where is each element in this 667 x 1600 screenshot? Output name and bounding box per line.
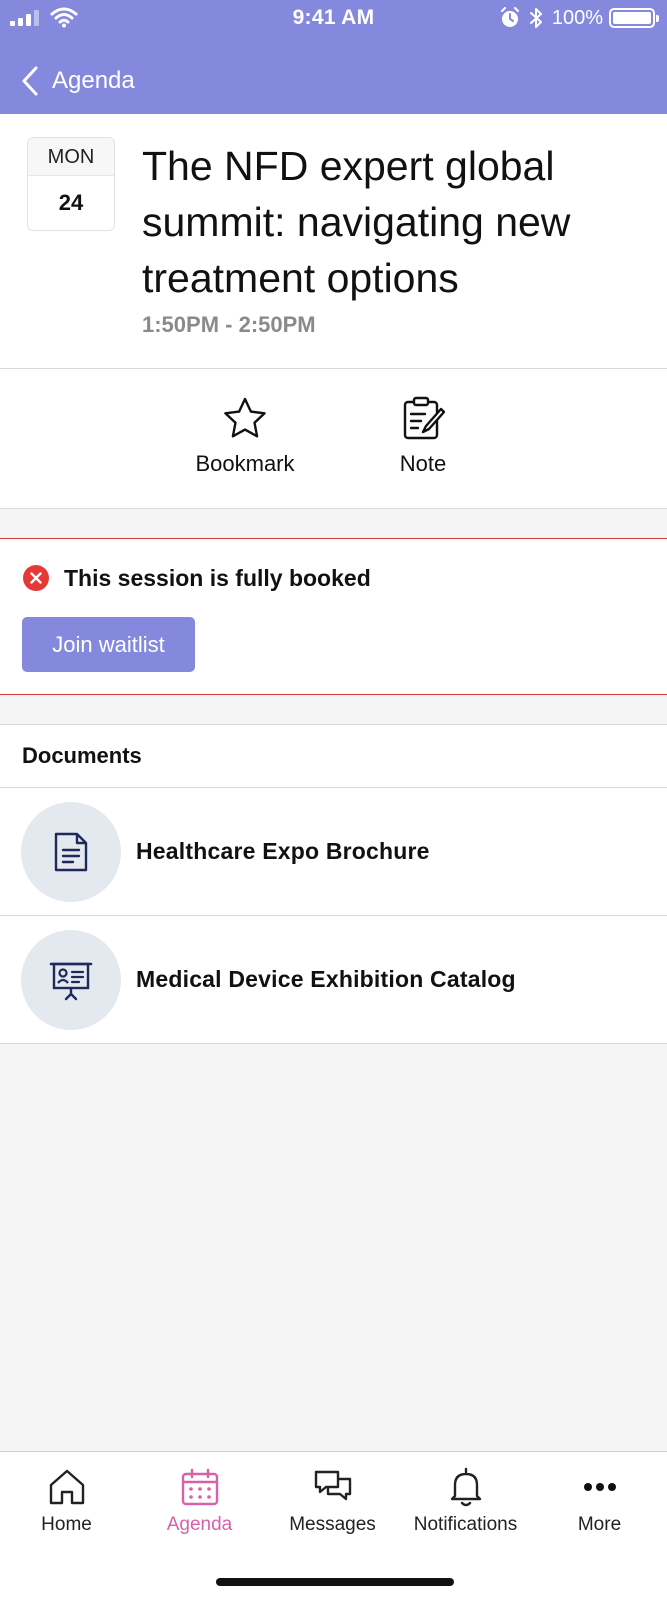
documents-section: Documents Healthcare Expo Brochure Medic… (0, 724, 667, 1044)
calendar-icon (181, 1468, 218, 1506)
nav-bar: Agenda (0, 56, 667, 106)
session-time: 1:50PM - 2:50PM (142, 312, 316, 337)
session-title: The NFD expert global summit: navigating… (142, 143, 571, 301)
note-icon (403, 396, 446, 440)
fully-booked-banner: This session is fully booked Join waitli… (0, 538, 667, 695)
back-label: Agenda (52, 67, 135, 94)
alarm-icon (500, 7, 519, 27)
messages-icon (314, 1470, 351, 1501)
error-icon (23, 565, 49, 591)
home-icon (49, 1469, 84, 1505)
tab-notifications[interactable]: Notifications (399, 1466, 532, 1536)
status-right: 100% (500, 6, 659, 30)
battery-percent: 100% (551, 6, 603, 29)
back-button[interactable]: Agenda (0, 56, 135, 106)
document-icon (54, 832, 88, 871)
bluetooth-icon (529, 8, 542, 28)
bookmark-button[interactable]: Bookmark (175, 395, 315, 477)
booked-message: This session is fully booked (64, 564, 371, 591)
status-bar: 9:41 AM 100% (0, 0, 667, 36)
tab-label: Agenda (166, 1514, 233, 1535)
date-day: 24 (58, 190, 84, 215)
date-weekday: MON (28, 138, 114, 176)
join-waitlist-button[interactable]: Join waitlist (22, 617, 195, 672)
bookmark-label: Bookmark (195, 451, 295, 476)
tab-agenda[interactable]: Agenda (133, 1466, 266, 1536)
presentation-icon (49, 962, 93, 1000)
tab-more[interactable]: More (533, 1466, 666, 1536)
date-badge: MON 24 (27, 137, 115, 231)
note-label: Note (399, 451, 447, 476)
tab-messages[interactable]: Messages (266, 1466, 399, 1536)
documents-header: Documents (0, 725, 667, 788)
session-detail-screen: 9:41 AM 100% Agenda MON 24 The NFD exper… (0, 0, 667, 1600)
document-row[interactable]: Medical Device Exhibition Catalog (0, 916, 667, 1044)
chevron-left-icon (22, 66, 38, 96)
document-icon-circle (21, 801, 121, 902)
star-icon (224, 397, 266, 438)
tab-label: Notifications (413, 1514, 518, 1535)
bell-icon (450, 1467, 481, 1507)
tab-label: Messages (289, 1514, 376, 1535)
booked-message-row: This session is fully booked (22, 564, 371, 592)
document-title: Healthcare Expo Brochure (136, 838, 430, 864)
tab-label: Home (41, 1514, 92, 1535)
note-button[interactable]: Note (353, 395, 493, 477)
document-title: Medical Device Exhibition Catalog (136, 966, 516, 992)
tab-label: More (577, 1514, 622, 1535)
tab-home[interactable]: Home (0, 1466, 133, 1536)
home-indicator[interactable] (216, 1578, 454, 1586)
battery-icon (609, 8, 659, 28)
top-bar: 9:41 AM 100% Agenda (0, 0, 667, 114)
document-row[interactable]: Healthcare Expo Brochure (0, 788, 667, 916)
document-icon-circle (21, 929, 121, 1030)
more-icon (583, 1483, 616, 1491)
session-actions: Bookmark Note (0, 369, 667, 509)
session-header: MON 24 The NFD expert global summit: nav… (0, 114, 667, 369)
